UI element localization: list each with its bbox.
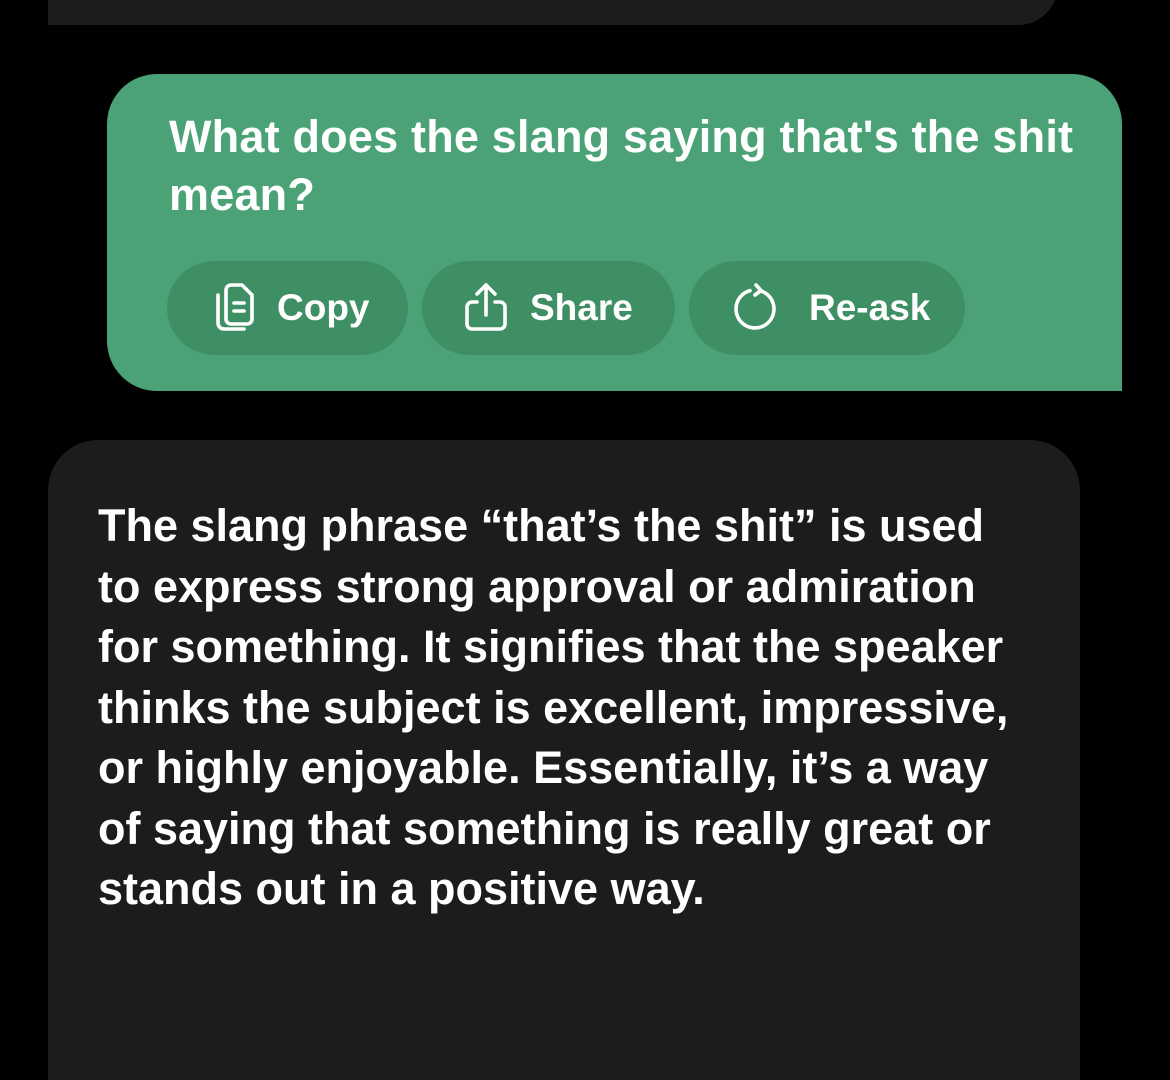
reask-button[interactable]: Re-ask: [689, 261, 965, 355]
copy-label: Copy: [277, 287, 370, 328]
previous-message-bubble: [48, 0, 1058, 25]
share-label: Share: [530, 287, 633, 328]
share-button[interactable]: Share: [422, 261, 675, 355]
share-icon: [458, 280, 514, 336]
reask-label: Re-ask: [809, 287, 931, 328]
copy-button[interactable]: Copy: [167, 261, 408, 355]
user-message-bubble: What does the slang saying that's the sh…: [107, 74, 1122, 391]
assistant-message-bubble: The slang phrase “that’s the shit” is us…: [48, 440, 1080, 1080]
refresh-icon: [727, 280, 783, 336]
copy-icon: [207, 280, 263, 336]
user-message-text: What does the slang saying that's the sh…: [169, 111, 1074, 220]
assistant-message-text: The slang phrase “that’s the shit” is us…: [98, 500, 1009, 914]
message-actions: Copy Share Re-ask: [167, 261, 965, 355]
